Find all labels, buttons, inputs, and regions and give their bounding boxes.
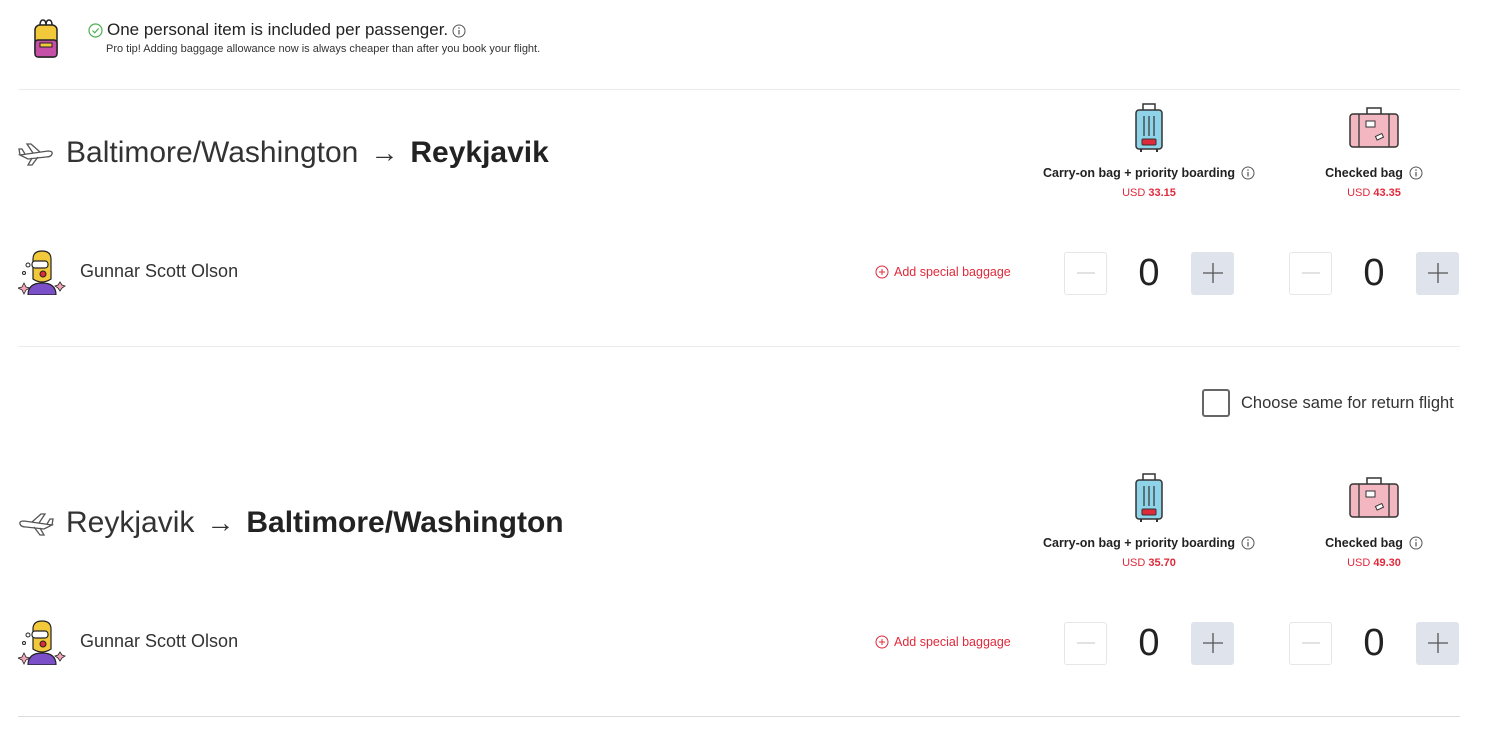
price-value: 35.70 bbox=[1148, 557, 1176, 569]
special-baggage-label: Add special baggage bbox=[894, 265, 1011, 279]
carry-on-quantity-stepper: 0 bbox=[1064, 251, 1234, 295]
same-for-return-option[interactable]: Choose same for return flight bbox=[1202, 389, 1454, 417]
flight-title: Reykjavik → Baltimore/Washington bbox=[18, 503, 564, 543]
increment-button[interactable] bbox=[1416, 251, 1459, 295]
currency: USD bbox=[1122, 187, 1146, 199]
checked-bag-price: USD 49.30 bbox=[1254, 557, 1494, 569]
checked-bag-column-header: Checked bag USD 49.30 bbox=[1254, 472, 1494, 569]
price-value: 49.30 bbox=[1373, 557, 1401, 569]
checked-bag-price: USD 43.35 bbox=[1254, 187, 1494, 199]
decrement-button[interactable] bbox=[1064, 251, 1107, 295]
add-special-baggage-link[interactable]: Add special baggage bbox=[875, 265, 1011, 279]
passenger-row: Gunnar Scott Olson bbox=[16, 247, 239, 296]
price-value: 43.35 bbox=[1373, 187, 1401, 199]
plus-circle-icon bbox=[875, 635, 889, 649]
personal-item-message: One personal item is included per passen… bbox=[88, 20, 466, 40]
flight-destination: Reykjavik bbox=[410, 136, 549, 169]
same-for-return-label: Choose same for return flight bbox=[1241, 393, 1454, 412]
plane-return-icon bbox=[18, 509, 55, 537]
plus-circle-icon bbox=[875, 265, 889, 279]
carry-on-bag-icon bbox=[1135, 103, 1163, 152]
minus-icon bbox=[1076, 642, 1095, 644]
quantity-value: 0 bbox=[1138, 251, 1160, 294]
currency: USD bbox=[1347, 557, 1371, 569]
info-icon[interactable] bbox=[1409, 536, 1423, 550]
route-arrow: → bbox=[206, 507, 235, 538]
checked-bag-quantity-stepper: 0 bbox=[1289, 251, 1459, 295]
same-for-return-checkbox[interactable] bbox=[1202, 389, 1230, 417]
quantity-value: 0 bbox=[1363, 621, 1385, 664]
passenger-name: Gunnar Scott Olson bbox=[80, 260, 239, 281]
checked-bag-icon bbox=[1349, 477, 1399, 518]
carry-on-price: USD 35.70 bbox=[1029, 557, 1269, 569]
carry-on-bag-icon bbox=[1135, 473, 1163, 522]
checked-bag-label: Checked bag bbox=[1325, 536, 1403, 550]
carry-on-price: USD 33.15 bbox=[1029, 187, 1269, 199]
info-icon[interactable] bbox=[1241, 166, 1255, 180]
carry-on-column-header: Carry-on bag + priority boarding USD 35.… bbox=[1029, 472, 1269, 569]
special-baggage-label: Add special baggage bbox=[894, 635, 1011, 649]
carry-on-quantity-stepper: 0 bbox=[1064, 621, 1234, 665]
flight-origin: Reykjavik bbox=[66, 506, 195, 539]
check-circle-icon bbox=[88, 22, 103, 38]
plane-departure-icon bbox=[17, 139, 54, 167]
quantity-value: 0 bbox=[1363, 251, 1385, 294]
plus-icon bbox=[1427, 633, 1448, 653]
plus-icon bbox=[1427, 263, 1448, 283]
increment-button[interactable] bbox=[1191, 251, 1234, 295]
add-special-baggage-link[interactable]: Add special baggage bbox=[875, 635, 1011, 649]
avatar bbox=[16, 247, 66, 296]
checked-bag-quantity-stepper: 0 bbox=[1289, 621, 1459, 665]
carry-on-column-header: Carry-on bag + priority boarding USD 33.… bbox=[1029, 102, 1269, 199]
checked-bag-column-header: Checked bag USD 43.35 bbox=[1254, 102, 1494, 199]
carry-on-label: Carry-on bag + priority boarding bbox=[1042, 166, 1236, 180]
backpack-icon bbox=[30, 18, 62, 60]
pro-tip-text: Pro tip! Adding baggage allowance now is… bbox=[106, 43, 541, 55]
divider bbox=[18, 89, 1460, 90]
flight-destination: Baltimore/Washington bbox=[246, 506, 564, 539]
decrement-button[interactable] bbox=[1064, 621, 1107, 665]
decrement-button[interactable] bbox=[1289, 251, 1332, 295]
personal-item-text: One personal item is included per passen… bbox=[107, 20, 449, 39]
flight-title: Baltimore/Washington → Reykjavik bbox=[17, 133, 549, 173]
increment-button[interactable] bbox=[1191, 621, 1234, 665]
price-value: 33.15 bbox=[1148, 187, 1176, 199]
avatar bbox=[16, 617, 66, 666]
divider bbox=[18, 716, 1460, 717]
passenger-row: Gunnar Scott Olson bbox=[16, 617, 239, 666]
currency: USD bbox=[1347, 187, 1371, 199]
minus-icon bbox=[1301, 642, 1320, 644]
plus-icon bbox=[1202, 633, 1223, 653]
info-icon[interactable] bbox=[452, 23, 466, 38]
passenger-name: Gunnar Scott Olson bbox=[80, 630, 239, 651]
flight-origin: Baltimore/Washington bbox=[66, 136, 359, 169]
plus-icon bbox=[1202, 263, 1223, 283]
route-arrow: → bbox=[370, 137, 399, 168]
minus-icon bbox=[1301, 272, 1320, 274]
minus-icon bbox=[1076, 272, 1095, 274]
carry-on-label: Carry-on bag + priority boarding bbox=[1042, 536, 1236, 550]
quantity-value: 0 bbox=[1138, 621, 1160, 664]
currency: USD bbox=[1122, 557, 1146, 569]
checked-bag-icon bbox=[1349, 107, 1399, 148]
divider bbox=[18, 346, 1460, 347]
info-icon[interactable] bbox=[1241, 536, 1255, 550]
decrement-button[interactable] bbox=[1289, 621, 1332, 665]
increment-button[interactable] bbox=[1416, 621, 1459, 665]
info-icon[interactable] bbox=[1409, 166, 1423, 180]
checked-bag-label: Checked bag bbox=[1325, 166, 1403, 180]
